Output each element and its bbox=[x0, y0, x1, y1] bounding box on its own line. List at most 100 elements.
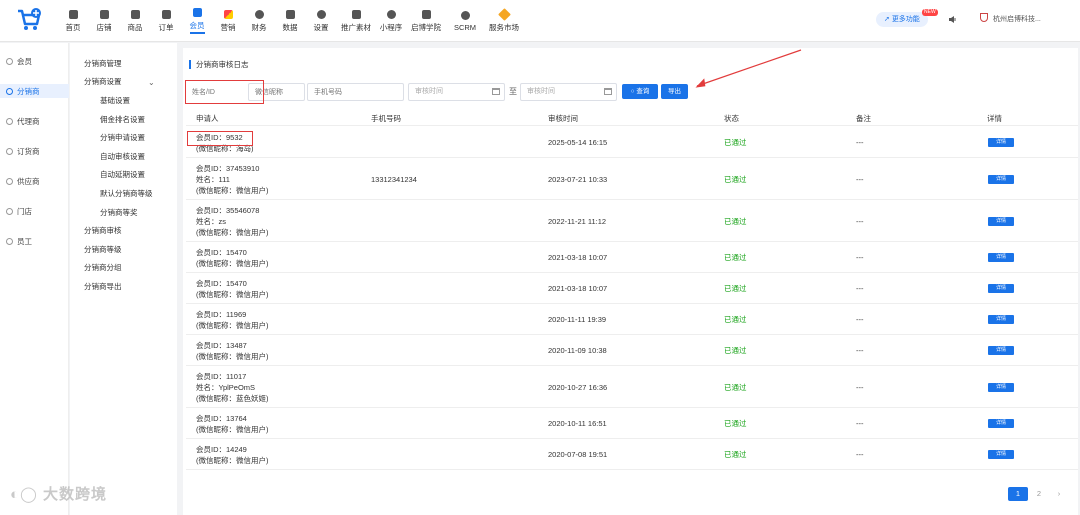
order-goods-icon bbox=[6, 147, 13, 155]
more-features-button[interactable]: ➚ 更多功能 bbox=[876, 12, 928, 27]
submenu-item[interactable]: 佣金排名设置 bbox=[100, 114, 145, 125]
sidebar-item-label: 会员 bbox=[17, 56, 32, 66]
status-cell: 已通过 bbox=[724, 382, 747, 392]
column-header-remark: 备注 bbox=[856, 114, 871, 123]
table-row: 会员ID：11017 姓名：YplPeOmS (微信昵称：蓝色妖姬) 2020-10-… bbox=[186, 366, 1078, 408]
table-header: 申请人 手机号码 审核时间 状态 备注 详情 bbox=[186, 110, 1078, 126]
submenu-item[interactable]: 自动延期设置 bbox=[100, 169, 145, 180]
nav-item-settings[interactable]: 设置 bbox=[306, 0, 336, 42]
detail-button[interactable]: 详情 bbox=[988, 284, 1014, 293]
nav-item-promo[interactable]: 推广素材 bbox=[337, 0, 375, 42]
detail-button[interactable]: 详情 bbox=[988, 346, 1014, 355]
nav-item-data[interactable]: 数据 bbox=[275, 0, 305, 42]
detail-button[interactable]: 详情 bbox=[988, 138, 1014, 147]
table-row: 会员ID：15470 (微信昵称：微信用户) 2021-03-18 10:07 已通过… bbox=[186, 242, 1078, 273]
nav-item-order[interactable]: 订单 bbox=[151, 0, 181, 42]
more-features-label: 更多功能 bbox=[891, 16, 920, 23]
submenu-item[interactable]: 分销申请设置 bbox=[100, 132, 145, 143]
nav-item-store[interactable]: 店铺 bbox=[89, 0, 119, 42]
sidebar-item-member[interactable]: 会员 bbox=[6, 54, 32, 68]
promo-icon bbox=[351, 9, 361, 19]
detail-button[interactable]: 详情 bbox=[988, 450, 1014, 459]
detail-button[interactable]: 详情 bbox=[988, 216, 1014, 226]
applicant-cell: 会员ID：15470 (微信昵称：微信用户) bbox=[196, 278, 269, 300]
agent-icon bbox=[6, 117, 13, 125]
status-cell: 已通过 bbox=[724, 174, 747, 184]
watermark-logo-icon: ◐◯ bbox=[10, 486, 44, 503]
sidebar-item-agent[interactable]: 代理商 bbox=[6, 114, 40, 128]
nav-item-goods[interactable]: 商品 bbox=[120, 0, 150, 42]
query-button[interactable]: ○ 查询 bbox=[622, 84, 658, 99]
table-row: 会员ID：15470 (微信昵称：微信用户) 2021-03-18 10:07 已通过… bbox=[186, 273, 1078, 304]
sidebar-item-order-goods[interactable]: 订货商 bbox=[6, 144, 40, 158]
nav-item-label: 会员 bbox=[189, 20, 205, 34]
calendar-icon bbox=[492, 88, 500, 95]
submenu-item[interactable]: 默认分销商等级 bbox=[100, 188, 153, 199]
phone-input[interactable] bbox=[307, 83, 404, 101]
sidebar-item-distributor[interactable]: 分销商 bbox=[0, 84, 69, 98]
sidebar-item-supplier[interactable]: 供应商 bbox=[6, 174, 40, 188]
menu-item[interactable]: 分销商等级 bbox=[84, 244, 122, 255]
review-time-cell: 2022-11-21 11:12 bbox=[548, 216, 607, 226]
menu-item[interactable]: 分销商管理 bbox=[84, 58, 122, 69]
table-row: 会员ID：13487 (微信昵称：微信用户) 2020-11-09 10:38 已通过… bbox=[186, 335, 1078, 366]
review-time-cell: 2021-03-18 10:07 bbox=[548, 253, 608, 262]
page-2-button[interactable]: 2 bbox=[1032, 487, 1046, 501]
nav-item-label: 设置 bbox=[313, 22, 329, 32]
member-id-highlight-box bbox=[187, 131, 253, 146]
detail-button[interactable]: 详情 bbox=[988, 174, 1014, 184]
status-cell: 已通过 bbox=[724, 346, 747, 355]
remark-cell: --- bbox=[856, 450, 864, 459]
store-icon bbox=[99, 9, 109, 19]
sidebar-item-label: 订货商 bbox=[17, 146, 40, 156]
page-title: 分销商审核日志 bbox=[189, 60, 249, 69]
cart-logo-icon[interactable] bbox=[16, 7, 42, 33]
menu-item[interactable]: 分销商分组 bbox=[84, 262, 122, 273]
main-nav: 首页 店铺 商品 订单 会员 营销 财务 数据 设置 推广素材 小程序 启博学院 SCRM 服务市场 bbox=[58, 0, 524, 42]
detail-button[interactable]: 详情 bbox=[988, 382, 1014, 392]
detail-button[interactable]: 详情 bbox=[988, 253, 1014, 262]
remark-cell: --- bbox=[856, 346, 864, 355]
sidebar-item-store[interactable]: 门店 bbox=[6, 204, 32, 218]
table-row: 会员ID：11969 (微信昵称：微信用户) 2020-11-11 19:39 已通过… bbox=[186, 304, 1078, 335]
menu-item[interactable]: 分销商审核 bbox=[84, 225, 122, 236]
nav-item-member[interactable]: 会员 bbox=[182, 0, 212, 42]
menu-item[interactable]: 分销商导出 bbox=[84, 281, 122, 292]
applicant-cell: 会员ID：13487 (微信昵称：微信用户) bbox=[196, 340, 269, 362]
next-page-button[interactable]: › bbox=[1052, 487, 1066, 501]
menu-item[interactable]: 分销商设置 bbox=[84, 76, 122, 87]
remark-cell: --- bbox=[856, 253, 864, 262]
nav-item-finance[interactable]: 财务 bbox=[244, 0, 274, 42]
nav-item-label: 店铺 bbox=[96, 22, 112, 32]
page-1-button[interactable]: 1 bbox=[1008, 487, 1028, 501]
start-date-picker[interactable]: 审核时间 bbox=[408, 83, 505, 101]
speaker-icon[interactable] bbox=[948, 15, 957, 24]
remark-cell: --- bbox=[856, 284, 864, 293]
query-label: 查询 bbox=[636, 88, 650, 95]
nav-item-miniapp[interactable]: 小程序 bbox=[376, 0, 406, 42]
submenu-item[interactable]: 基础设置 bbox=[100, 95, 130, 106]
remark-cell: --- bbox=[856, 419, 864, 428]
nav-item-home[interactable]: 首页 bbox=[58, 0, 88, 42]
review-time-cell: 2020-10-11 16:51 bbox=[548, 419, 607, 428]
status-cell: 已通过 bbox=[724, 253, 747, 262]
detail-button[interactable]: 详情 bbox=[988, 419, 1014, 428]
submenu-item[interactable]: 分销商等奖 bbox=[100, 207, 138, 218]
distributor-icon bbox=[6, 87, 13, 95]
nav-item-academy[interactable]: 启博学院 bbox=[407, 0, 445, 42]
export-button[interactable]: 导出 bbox=[661, 84, 688, 99]
nav-item-marketing[interactable]: 营销 bbox=[213, 0, 243, 42]
submenu-item[interactable]: 自动审核设置 bbox=[100, 151, 145, 162]
detail-button[interactable]: 详情 bbox=[988, 315, 1014, 324]
company-switcher[interactable]: 杭州启博科技... bbox=[980, 12, 1041, 27]
company-name: 杭州启博科技... bbox=[993, 16, 1041, 23]
end-date-picker[interactable]: 审核时间 bbox=[520, 83, 617, 101]
nav-item-label: 启博学院 bbox=[411, 22, 441, 32]
chevron-down-icon[interactable]: ⌄ bbox=[148, 78, 155, 87]
nav-item-scrm[interactable]: SCRM bbox=[446, 0, 484, 42]
sidebar-item-staff[interactable]: 员工 bbox=[6, 234, 32, 248]
watermark-text: 大数跨境 bbox=[43, 486, 108, 503]
column-header-review-time: 审核时间 bbox=[548, 114, 578, 123]
sidebar-item-label: 供应商 bbox=[17, 176, 40, 186]
nav-item-market[interactable]: 服务市场 bbox=[485, 0, 523, 42]
